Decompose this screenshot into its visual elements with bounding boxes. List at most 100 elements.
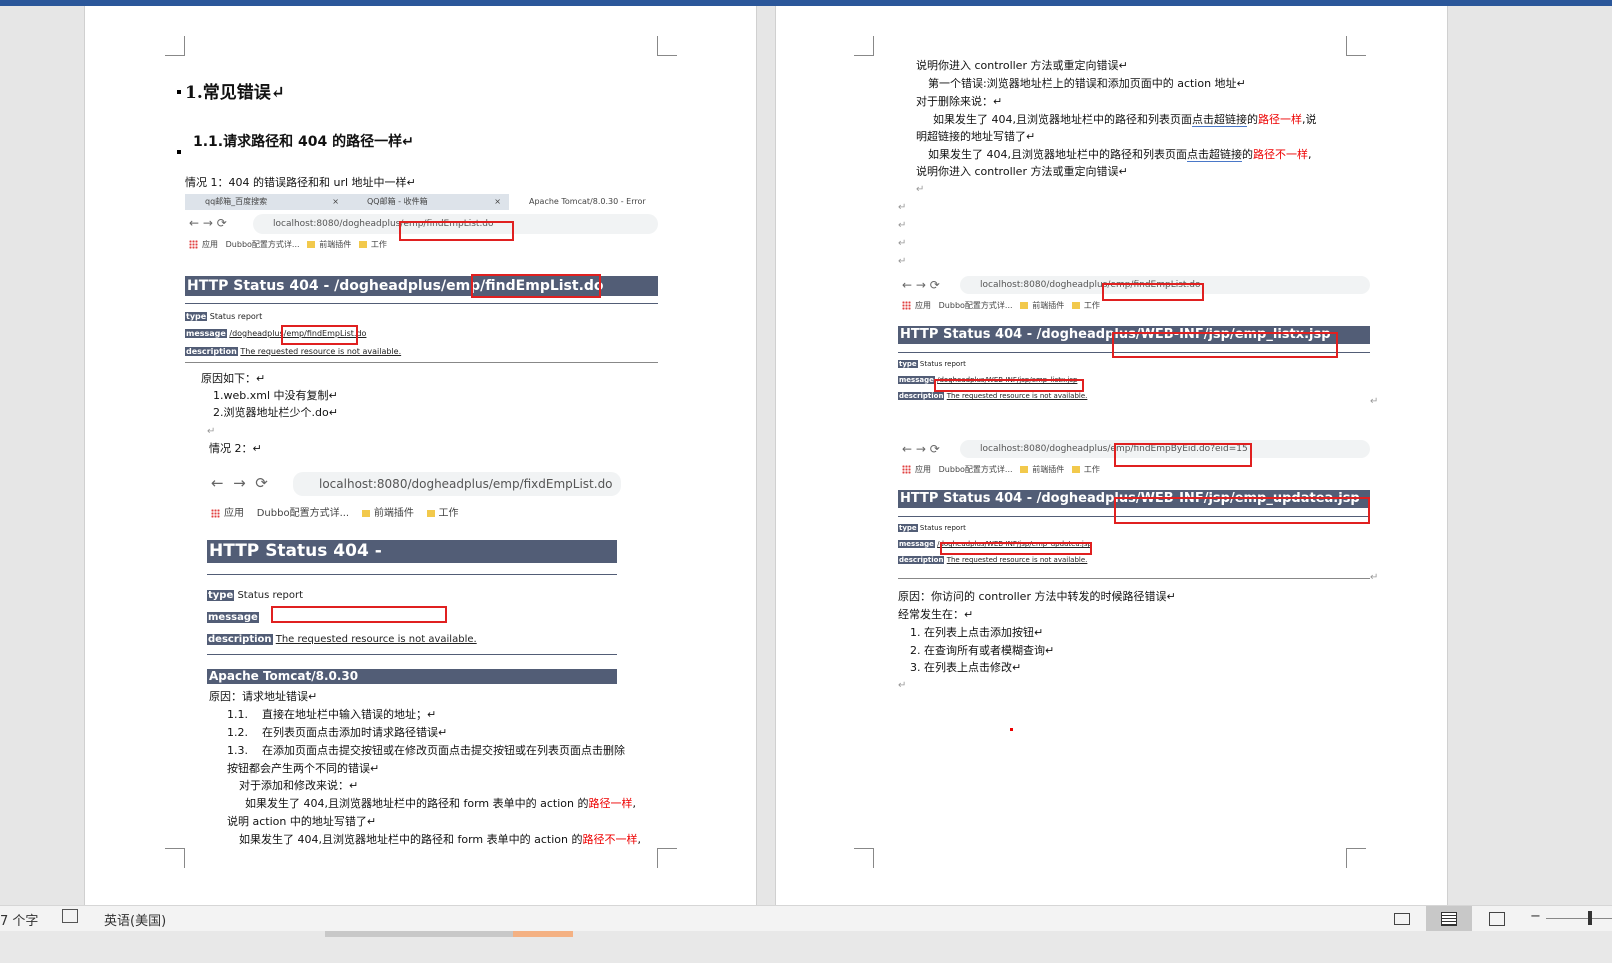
print-layout-button[interactable] xyxy=(1426,906,1472,932)
zoom-slider-thumb[interactable] xyxy=(1588,911,1592,925)
folder-icon xyxy=(358,241,367,248)
highlight-box xyxy=(471,274,601,298)
paragraph-mark: ↵ xyxy=(916,184,925,195)
paragraph-line[interactable]: 如果发生了 404,且浏览器地址栏中的路径和 form 表单中的 action … xyxy=(239,831,641,848)
nav-arrows-icon: ← → ⟳ xyxy=(189,216,227,230)
heading-2[interactable]: 1.1.请求路径和 404 的路径一样↵ xyxy=(193,131,414,151)
heading-1[interactable]: 1.常见错误↵ xyxy=(185,78,285,103)
margin-corner-mark xyxy=(165,36,185,56)
list-item-continued[interactable]: 按钮都会产生两个不同的错误↵ xyxy=(227,760,379,777)
folder-icon xyxy=(1071,302,1080,309)
folder-icon xyxy=(1071,466,1080,473)
paragraph-mark: ↵ xyxy=(898,238,907,249)
page-icon xyxy=(1441,912,1457,926)
add-edit-text[interactable]: 对于添加和修改来说：↵ xyxy=(239,777,358,794)
document-page-left: 1.常见错误↵ 1.1.请求路径和 404 的路径一样↵ 情况 1：404 的错… xyxy=(84,6,757,932)
browser-screenshot-1: qq邮箱_百度搜索 × QQ邮箱 - 收件箱 × Apache Tomcat/8.0… xyxy=(185,194,658,362)
browser-screenshot-4: ← → ⟳ localhost:8080/dogheadplus/emp/fin… xyxy=(898,440,1370,570)
apps-grid-icon xyxy=(902,301,911,310)
tomcat-footer: Apache Tomcat/8.0.30 xyxy=(207,669,617,684)
http-status-title: HTTP Status 404 - xyxy=(207,540,617,563)
zoom-out-button[interactable]: − xyxy=(1530,909,1541,924)
highlight-box xyxy=(934,379,1084,392)
browser-tab-active: Apache Tomcat/8.0.30 - Error xyxy=(509,194,658,210)
divider xyxy=(898,578,1370,579)
highlight-box xyxy=(1114,497,1370,524)
often-text[interactable]: 经常发生在：↵ xyxy=(898,606,973,623)
highlight-box xyxy=(940,542,1092,555)
paragraph-mark: ↵ xyxy=(898,256,907,267)
bookmarks-bar: 应用 Dubbo配置方式详... 前端插件 工作 xyxy=(211,504,459,519)
divider xyxy=(185,362,658,363)
reason-title[interactable]: 原因如下：↵ xyxy=(201,370,265,387)
book-icon xyxy=(1394,913,1410,925)
language-indicator[interactable]: 英语(美国) xyxy=(104,910,166,929)
paragraph-line[interactable]: 说明你进入 controller 方法或重定向错误↵ xyxy=(916,57,1128,74)
message-row: message xyxy=(207,612,259,623)
reason-2-text[interactable]: 原因：请求地址错误↵ xyxy=(209,688,317,705)
document-page-right: 说明你进入 controller 方法或重定向错误↵ 第一个错误:浏览器地址栏上… xyxy=(775,6,1448,932)
list-item[interactable]: 1. 在列表上点击添加按钮↵ xyxy=(910,624,1043,641)
description-row: description The requested resource is no… xyxy=(898,392,1088,400)
highlight-box xyxy=(399,221,514,241)
paragraph-line[interactable]: 如果发生了 404,且浏览器地址栏中的路径和列表页面点击超链接的路径不一样, xyxy=(928,146,1312,163)
reason-text[interactable]: 原因：你访问的 controller 方法中转发的时候路径错误↵ xyxy=(898,588,1176,605)
paragraph-line[interactable]: 第一个错误:浏览器地址栏上的错误和添加页面中的 action 地址↵ xyxy=(928,75,1246,92)
folder-icon xyxy=(1020,466,1029,473)
browser-tab: qq邮箱_百度搜索 × xyxy=(205,197,339,206)
margin-corner-mark xyxy=(1346,848,1366,868)
paragraph-line[interactable]: 如果发生了 404,且浏览器地址栏中的路径和列表页面点击超链接的路径一样,说 xyxy=(933,111,1317,128)
margin-corner-mark xyxy=(657,36,677,56)
description-row: description The requested resource is no… xyxy=(207,634,477,645)
type-row: type Status report xyxy=(898,360,966,368)
list-item[interactable]: 1.2. 在列表页面点击添加时请求路径错误↵ xyxy=(227,724,447,741)
browser-screenshot-2: ← → ⟳ localhost:8080/dogheadplus/emp/fix… xyxy=(205,466,621,688)
web-page-icon xyxy=(1489,912,1505,926)
heading-bullet xyxy=(177,90,181,94)
list-item[interactable]: 1.1. 直接在地址栏中输入错误的地址；↵ xyxy=(227,706,436,723)
zoom-slider-track[interactable] xyxy=(1546,918,1612,919)
paragraph-mark: ↵ xyxy=(1370,396,1379,407)
reason-item[interactable]: 2.浏览器地址栏少个.do↵ xyxy=(213,404,338,421)
description-row: description The requested resource is no… xyxy=(185,347,402,356)
highlight-box xyxy=(271,606,447,623)
browser-screenshot-3: ← → ⟳ localhost:8080/dogheadplus/emp/fin… xyxy=(898,276,1370,406)
reason-item[interactable]: 1.web.xml 中没有复制↵ xyxy=(213,387,338,404)
nav-arrows-icon: ← → ⟳ xyxy=(902,278,940,292)
type-row: type Status report xyxy=(898,524,966,532)
paragraph-mark: ↵ xyxy=(207,426,216,437)
paragraph-line[interactable]: 说明你进入 controller 方法或重定向错误↵ xyxy=(916,163,1128,180)
proofing-icon[interactable] xyxy=(62,909,78,923)
margin-corner-mark xyxy=(854,36,874,56)
paragraph-line[interactable]: 说明 action 中的地址写错了↵ xyxy=(227,813,376,830)
folder-icon xyxy=(426,509,435,517)
list-item[interactable]: 3. 在列表上点击修改↵ xyxy=(910,659,1021,676)
folder-icon xyxy=(1020,302,1029,309)
address-bar: localhost:8080/dogheadplus/emp/fixdEmpLi… xyxy=(293,472,621,496)
stray-dot xyxy=(1010,728,1013,731)
case-2-text[interactable]: 情况 2：↵ xyxy=(209,440,262,457)
type-row: type Status report xyxy=(207,590,304,601)
browser-tab: QQ邮箱 - 收件箱 × xyxy=(367,197,501,206)
paragraph-line[interactable]: 如果发生了 404,且浏览器地址栏中的路径和 form 表单中的 action … xyxy=(245,795,636,812)
folder-icon xyxy=(361,509,370,517)
list-item[interactable]: 2. 在查询所有或者模糊查询↵ xyxy=(910,642,1054,659)
bookmarks-bar: 应用 Dubbo配置方式详... 前端插件 工作 xyxy=(902,464,1100,475)
paragraph-mark: ↵ xyxy=(898,202,907,213)
divider xyxy=(207,654,617,655)
paragraph-mark: ↵ xyxy=(898,680,907,691)
web-layout-button[interactable] xyxy=(1474,906,1520,932)
heading-bullet xyxy=(177,150,181,154)
paragraph-line[interactable]: 明超链接的地址写错了↵ xyxy=(916,128,1035,145)
divider xyxy=(207,574,617,575)
paragraph-line[interactable]: 对于删除来说：↵ xyxy=(916,93,1002,110)
margin-corner-mark xyxy=(854,848,874,868)
browser-tab-strip: qq邮箱_百度搜索 × QQ邮箱 - 收件箱 × Apache Tomcat/8.0… xyxy=(185,194,658,210)
list-item[interactable]: 1.3. 在添加页面点击提交按钮或在修改页面点击提交按钮或在列表页面点击删除 xyxy=(227,742,625,759)
read-mode-button[interactable] xyxy=(1378,906,1424,932)
case-1-text[interactable]: 情况 1：404 的错误路径和和 url 地址中一样↵ xyxy=(185,174,416,191)
taskbar-strip xyxy=(0,931,1612,963)
word-count[interactable]: 7 个字 xyxy=(0,910,38,929)
folder-icon xyxy=(307,241,316,248)
nav-arrows-icon: ← → ⟳ xyxy=(902,442,940,456)
